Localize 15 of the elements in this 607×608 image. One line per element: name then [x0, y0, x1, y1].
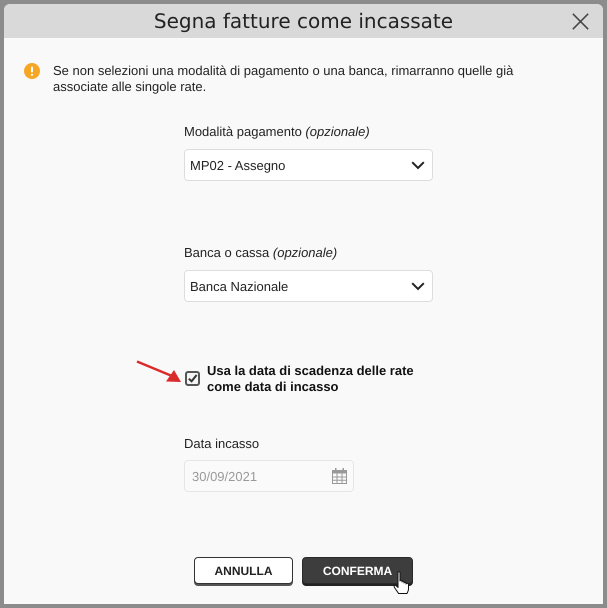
field-label: Data incasso [184, 436, 260, 452]
warning-icon [24, 63, 40, 79]
dropdown-select[interactable]: MP02 - Assegno [184, 149, 433, 181]
field-label: Banca o cassa (opzionale) [184, 245, 338, 261]
field-label: Modalità pagamento (opzionale) [184, 124, 370, 140]
dropdown-select[interactable]: Banca Nazionale [184, 270, 433, 302]
notice-text: Se non selezioni una modalità di pagamento o una banca, rimarranno quelle già associate alle singole rate. [53, 63, 514, 95]
cancel-button[interactable]: ANNULLA [194, 557, 293, 584]
checkbox-label[interactable]: Usa la data di scadenza delle rate come data di incasso [207, 363, 439, 395]
chevron-down-icon [411, 160, 425, 170]
chevron-down-icon [411, 282, 425, 290]
close-icon[interactable] [572, 13, 589, 30]
checkbox[interactable] [185, 371, 200, 386]
confirm-button[interactable]: CONFERMA [302, 557, 413, 584]
dialog-title: Segna fatture come incassate [154, 9, 454, 33]
